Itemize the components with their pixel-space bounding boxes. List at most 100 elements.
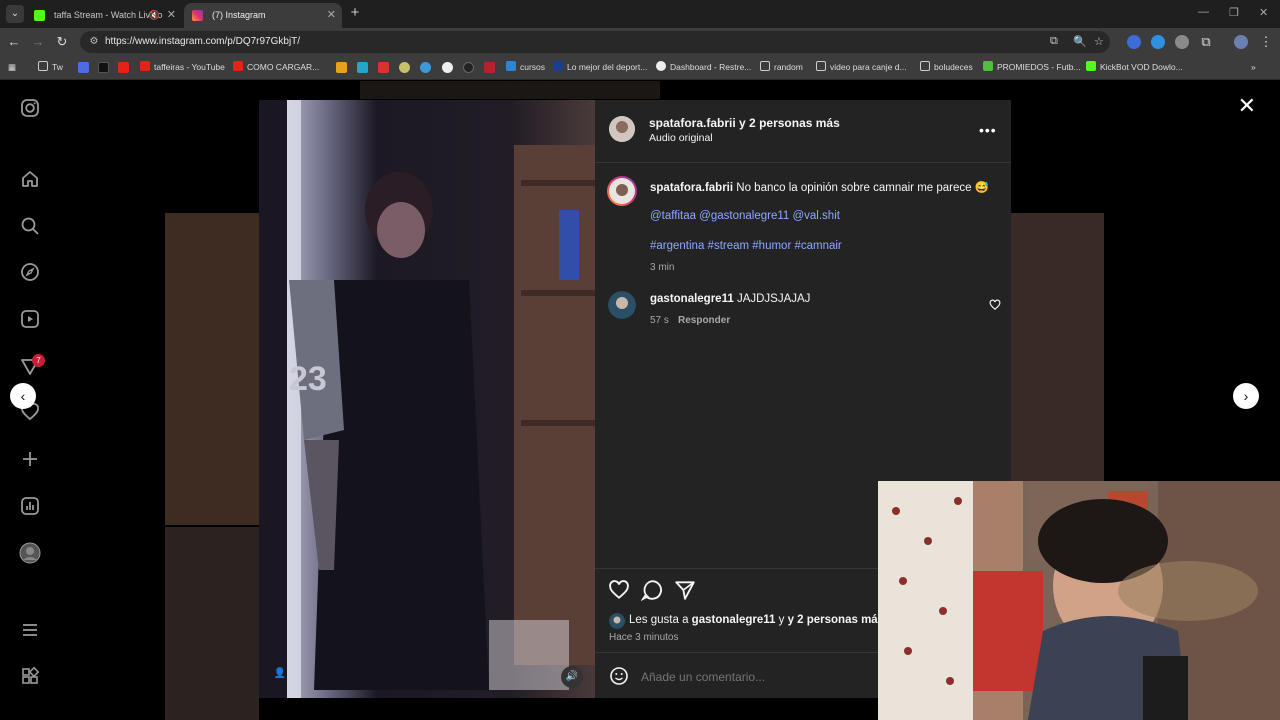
- apps-grid-icon[interactable]: ▦: [8, 56, 16, 78]
- bookmark-icon[interactable]: [399, 62, 410, 73]
- profile-avatar[interactable]: [18, 542, 42, 566]
- user-tag-icon[interactable]: 👤: [273, 668, 287, 682]
- comment-username[interactable]: gastonalegre11: [650, 293, 734, 305]
- bookmark-icon[interactable]: [420, 62, 431, 73]
- bookmark-folder-boludeces[interactable]: boludeces: [920, 56, 973, 78]
- notification-count-badge: 7: [32, 354, 45, 367]
- bookmark-promiedos[interactable]: PROMIEDOS - Futb...: [983, 56, 1081, 78]
- bookmark-como-cargar[interactable]: COMO CARGAR...: [233, 56, 319, 78]
- bookmark-icon: [983, 61, 993, 71]
- comment-author-avatar[interactable]: [608, 291, 636, 319]
- muted-speaker-icon[interactable]: 🔇: [149, 3, 160, 28]
- instagram-logo-icon[interactable]: [18, 98, 42, 122]
- folder-icon: [816, 61, 826, 71]
- restore-icon[interactable]: ❐: [1229, 6, 1239, 19]
- bookmark-star-icon[interactable]: ☆: [1094, 35, 1104, 48]
- like-heart-icon[interactable]: [608, 579, 630, 601]
- bookmark-taffeiras-youtube[interactable]: taffeiras - YouTube: [140, 56, 225, 78]
- url-text[interactable]: https://www.instagram.com/p/DQ7r97GkbjT/: [105, 31, 300, 53]
- bookmark-lo-mejor-del-deporte[interactable]: Lo mejor del deport...: [553, 56, 647, 78]
- next-post-arrow-icon[interactable]: ›: [1233, 383, 1259, 409]
- tab-kick-stream[interactable]: taffa Stream - Watch Live o 🔇 ✕: [26, 3, 182, 28]
- close-tab-icon[interactable]: ✕: [167, 3, 176, 28]
- site-info-icon[interactable]: ⚙: [87, 35, 101, 49]
- post-video[interactable]: 23 👤 🔊: [259, 100, 595, 698]
- new-tab-button[interactable]: +: [346, 4, 364, 21]
- profile-avatar[interactable]: [1234, 35, 1248, 49]
- collaborators-text[interactable]: y 2 personas más: [739, 116, 840, 130]
- author-avatar[interactable]: [609, 116, 635, 142]
- likes-username[interactable]: gastonalegre11: [692, 614, 776, 626]
- close-tab-icon[interactable]: ✕: [327, 3, 336, 28]
- emoji-picker-icon[interactable]: [609, 666, 629, 691]
- bookmark-icon: [553, 61, 563, 71]
- home-icon[interactable]: [18, 169, 42, 193]
- background-feed-image: [165, 213, 259, 525]
- folder-icon: [38, 61, 48, 71]
- caption-mentions[interactable]: @taffitaa @gastonalegre11 @val.shit: [650, 210, 840, 222]
- likes-summary[interactable]: Les gusta a gastonalegre11 y y 2 persona…: [629, 614, 884, 626]
- audio-toggle-icon[interactable]: 🔊: [561, 666, 583, 688]
- back-icon[interactable]: ←: [6, 34, 22, 49]
- caption-text: No banco la opinión sobre camnair me par…: [736, 182, 990, 194]
- search-icon[interactable]: [18, 216, 42, 240]
- tab-instagram[interactable]: (7) Instagram ✕: [184, 3, 342, 28]
- bookmark-label: taffeiras - YouTube: [154, 62, 225, 72]
- bookmark-folder-random[interactable]: random: [760, 56, 803, 78]
- video-frame: 23: [259, 100, 595, 698]
- comment-bubble-icon[interactable]: [640, 579, 663, 602]
- caption-username[interactable]: spatafora.fabrii: [650, 182, 733, 194]
- install-app-icon[interactable]: ⧉: [1050, 35, 1058, 48]
- bookmarks-overflow-icon[interactable]: »: [1251, 56, 1256, 78]
- likes-others[interactable]: y 2 personas más: [788, 614, 885, 626]
- bookmark-label: COMO CARGAR...: [247, 62, 320, 72]
- liker-avatar[interactable]: [609, 613, 625, 629]
- kick-icon: [1086, 61, 1096, 71]
- dashboard-stats-icon[interactable]: [18, 496, 42, 520]
- bookmark-icon[interactable]: [378, 62, 389, 73]
- comment-like-heart-icon[interactable]: [989, 298, 1001, 316]
- bookmark-folder-video[interactable]: video para canje d...: [816, 56, 907, 78]
- author-username[interactable]: spatafora.fabrii: [649, 116, 736, 130]
- caption-author-avatar[interactable]: [607, 176, 637, 206]
- bookmark-icon[interactable]: [463, 62, 474, 73]
- bookmark-dashboard-restream[interactable]: Dashboard - Restre...: [656, 56, 751, 78]
- reload-icon[interactable]: ↻: [54, 34, 70, 50]
- extensions-puzzle-icon[interactable]: ⧉: [1198, 34, 1214, 50]
- bookmark-cursos[interactable]: cursos: [506, 56, 545, 78]
- previous-post-arrow-icon[interactable]: ‹: [10, 383, 36, 409]
- bookmark-folder-tw[interactable]: Tw: [38, 56, 63, 78]
- background-feed-image: [360, 81, 660, 99]
- bookmark-kickbot[interactable]: KickBot VOD Dowlo...: [1086, 56, 1183, 78]
- reels-icon[interactable]: [18, 309, 42, 333]
- restream-icon: [656, 61, 666, 71]
- forward-icon[interactable]: →: [30, 34, 46, 49]
- reply-button[interactable]: Responder: [678, 315, 730, 326]
- browser-menu-icon[interactable]: ⋮: [1258, 34, 1274, 50]
- youtube-icon[interactable]: [118, 62, 129, 73]
- extension-icon[interactable]: [1175, 35, 1189, 49]
- bookmark-icon[interactable]: [357, 62, 368, 73]
- address-bar[interactable]: ⚙ https://www.instagram.com/p/DQ7r97Gkbj…: [80, 31, 1110, 53]
- bookmark-icon[interactable]: [336, 62, 347, 73]
- audio-label[interactable]: Audio original: [649, 132, 713, 144]
- also-from-meta-icon[interactable]: [18, 666, 42, 690]
- tiktok-icon[interactable]: [98, 62, 109, 73]
- zoom-icon[interactable]: 🔍: [1073, 35, 1087, 48]
- window-close-icon[interactable]: ✕: [1259, 6, 1268, 19]
- bookmark-icon[interactable]: [442, 62, 453, 73]
- minimize-icon[interactable]: —: [1198, 6, 1209, 18]
- share-send-icon[interactable]: [674, 579, 696, 601]
- folder-icon: [920, 61, 930, 71]
- create-plus-icon[interactable]: [18, 449, 42, 473]
- bookmark-icon[interactable]: [484, 62, 495, 73]
- more-menu-icon[interactable]: [18, 620, 42, 644]
- tab-search-button[interactable]: ⌄: [6, 5, 24, 23]
- caption-hashtags[interactable]: #argentina #stream #humor #camnair: [650, 240, 842, 252]
- close-modal-icon[interactable]: ✕: [1238, 93, 1256, 119]
- more-options-icon[interactable]: •••: [979, 122, 997, 138]
- extension-icon[interactable]: [1151, 35, 1165, 49]
- bookmark-icon[interactable]: [78, 62, 89, 73]
- explore-compass-icon[interactable]: [18, 262, 42, 286]
- translate-extension-icon[interactable]: [1127, 35, 1141, 49]
